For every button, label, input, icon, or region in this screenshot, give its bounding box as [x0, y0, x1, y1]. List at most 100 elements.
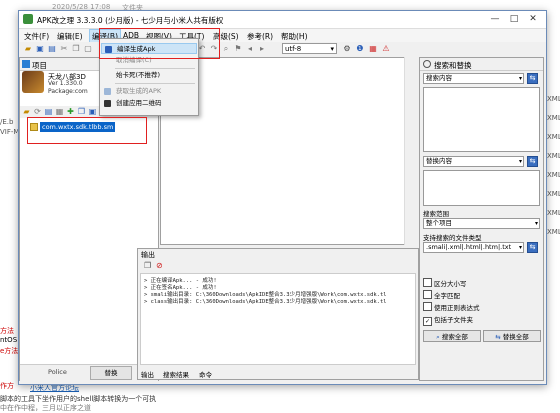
output-log[interactable]: > 正在编译Apk... - 成功! > 正在签名Apk... - 成功! > … [140, 273, 416, 365]
editor-scrollbar[interactable] [404, 57, 417, 245]
bg-link[interactable]: 方法 [0, 326, 14, 336]
checkbox[interactable] [423, 290, 432, 299]
maximize-button[interactable]: □ [505, 13, 523, 25]
filetypes-select[interactable]: .smali|.xml|.html|.htm|.txt ▾ [423, 242, 524, 253]
info-icon[interactable]: ❶ [355, 44, 365, 54]
menu-item-label: 取消编译(C) [116, 56, 152, 64]
option-regex[interactable]: 使用正则表达式 [423, 302, 480, 312]
bg-right-text: XML [547, 190, 560, 198]
replace-all-label: 替换全部 [502, 333, 529, 341]
option-case-sensitive[interactable]: 区分大小写 [423, 278, 467, 288]
bg-link[interactable]: e方法 [0, 346, 18, 356]
tab-search-results[interactable]: 搜索结果 [163, 369, 189, 379]
refresh-icon[interactable]: ⟳ [33, 107, 42, 116]
replace-all-button[interactable]: ⇆ 替换全部 [483, 330, 541, 342]
option-whole-word[interactable]: 全字匹配 [423, 290, 460, 300]
toolbar: ▰ ▣ ▤ ✂ ❐ ▢ ↶ ↷ ⌕ ⚑ ◂ ▸ utf-8 ▾ ⚙ ❶ ▦ ⚠ [19, 42, 419, 56]
chevron-down-icon: ▾ [330, 45, 334, 53]
bg-link[interactable]: 作方 [0, 381, 14, 391]
menu-item-force-stop[interactable]: 始卡死(不推荐) [101, 70, 197, 81]
menu-item-label: 创建应用二维码 [116, 99, 162, 107]
paste-icon[interactable]: ▢ [83, 44, 93, 54]
menu-edit[interactable]: 编辑(E) [57, 31, 83, 42]
copy-icon[interactable]: ❐ [71, 44, 81, 54]
menu-file[interactable]: 文件(F) [24, 31, 49, 42]
chevron-down-icon: ▾ [518, 244, 522, 251]
apk-ide-window: APK改之理 3.3.3.0 (少月版) - 七少月与小米人共有版权 — □ ✕… [18, 10, 547, 385]
checkbox[interactable] [423, 278, 432, 287]
copy-file-icon[interactable]: ❐ [77, 107, 86, 116]
replace-options-button[interactable]: ⇆ [527, 156, 538, 167]
bg-right-text: XML [547, 152, 560, 160]
scope-value: 整个项目 [426, 219, 452, 227]
search-options-button[interactable]: ⇆ [527, 73, 538, 84]
export-icon[interactable]: ▣ [88, 107, 97, 116]
tab-output[interactable]: 输出 [141, 369, 154, 379]
save-all-icon[interactable]: ▤ [47, 44, 57, 54]
menu-reference[interactable]: 参考(R) [247, 31, 273, 42]
filetypes-options-button[interactable]: ⇆ [527, 242, 538, 253]
bg-article-text: 中在作中程，三月以正序之道 [0, 404, 91, 412]
apk-icon [104, 88, 111, 95]
checkbox[interactable] [423, 302, 432, 311]
redo-icon[interactable]: ↷ [209, 44, 219, 54]
bg-left-text: /E.b [0, 118, 14, 126]
build-menu-dropdown: 编译生成Apk 取消编译(C) 始卡死(不推荐) 获取生成的APK 创建应用二维… [99, 38, 199, 116]
search-all-label: 搜索全部 [441, 333, 468, 341]
bg-text: ntOS [0, 336, 18, 344]
clear-output-icon[interactable]: ⊘ [156, 261, 165, 270]
add-icon[interactable]: ✚ [66, 107, 75, 116]
replace-input-text: 替换内容 [426, 157, 452, 165]
bookmark-prev-icon[interactable]: ◂ [245, 44, 255, 54]
folder-icon[interactable]: ▰ [22, 107, 31, 116]
bookmark-next-icon[interactable]: ▸ [257, 44, 267, 54]
copy-output-icon[interactable]: ❐ [144, 261, 153, 270]
scope-select[interactable]: 整个项目 ▾ [423, 218, 540, 229]
footer-label: Police [48, 368, 67, 376]
option-label: 使用正则表达式 [434, 304, 480, 312]
encoding-select[interactable]: utf-8 ▾ [282, 43, 337, 54]
option-label: 区分大小写 [434, 280, 467, 288]
replace-button[interactable]: 替换 [90, 366, 132, 380]
expand-icon[interactable]: ▦ [55, 107, 64, 116]
qrcode-icon [104, 100, 111, 107]
tree-item-label: com.wxtx.sdk.tlbb.sm [40, 122, 116, 132]
menu-help[interactable]: 帮助(H) [281, 31, 308, 42]
menu-item-cancel-build[interactable]: 取消编译(C) [101, 55, 197, 66]
background-right: XML XML XML XML XML XML XML XML [545, 0, 560, 411]
menu-advanced[interactable]: 高级(S) [213, 31, 239, 42]
screenshot-icon[interactable]: ▦ [368, 44, 378, 54]
tool-icon[interactable]: ⚠ [381, 44, 391, 54]
menu-item-get-apk[interactable]: 获取生成的APK [101, 86, 197, 97]
file-icon[interactable]: ▤ [44, 107, 53, 116]
menu-item-build-apk[interactable]: 编译生成Apk [101, 43, 197, 54]
chevron-down-icon: ▾ [518, 158, 522, 165]
search-input[interactable]: 搜索内容 ▾ [423, 73, 524, 84]
search-text-area[interactable] [423, 87, 540, 152]
app-package: Package:com [48, 88, 88, 95]
filetypes-value: .smali|.xml|.html|.htm|.txt [426, 243, 512, 251]
search-panel-header: 搜索和替换 [420, 58, 543, 71]
option-label: 全字匹配 [434, 292, 460, 300]
menu-separator [115, 83, 195, 84]
save-icon[interactable]: ▣ [35, 44, 45, 54]
search-replace-panel: 搜索和替换 搜索内容 ▾ ⇆ 替换内容 ▾ ⇆ 搜索范围 整个项目 ▾ 支持搜索… [419, 57, 544, 381]
minimize-button[interactable]: — [486, 13, 504, 25]
find-icon[interactable]: ⌕ [221, 44, 231, 54]
open-folder-icon[interactable]: ▰ [23, 44, 33, 54]
replace-text-area[interactable] [423, 170, 540, 206]
replace-input[interactable]: 替换内容 ▾ [423, 156, 524, 167]
bookmark-icon[interactable]: ⚑ [233, 44, 243, 54]
folder-icon [30, 123, 38, 131]
menu-item-qrcode[interactable]: 创建应用二维码 [101, 98, 197, 109]
checkbox-checked[interactable]: ✓ [423, 317, 432, 326]
search-all-button[interactable]: ⌕ 搜索全部 [423, 330, 481, 342]
bg-right-text: XML [547, 133, 560, 141]
close-file-icon[interactable]: ✂ [59, 44, 69, 54]
settings-icon[interactable]: ⚙ [342, 44, 352, 54]
tab-command[interactable]: 命令 [199, 369, 212, 379]
bg-right-text: XML [547, 171, 560, 179]
menu-item-label: 获取生成的APK [116, 87, 162, 95]
close-button[interactable]: ✕ [524, 13, 542, 25]
option-subfolders[interactable]: ✓ 包括子文件夹 [423, 314, 473, 326]
